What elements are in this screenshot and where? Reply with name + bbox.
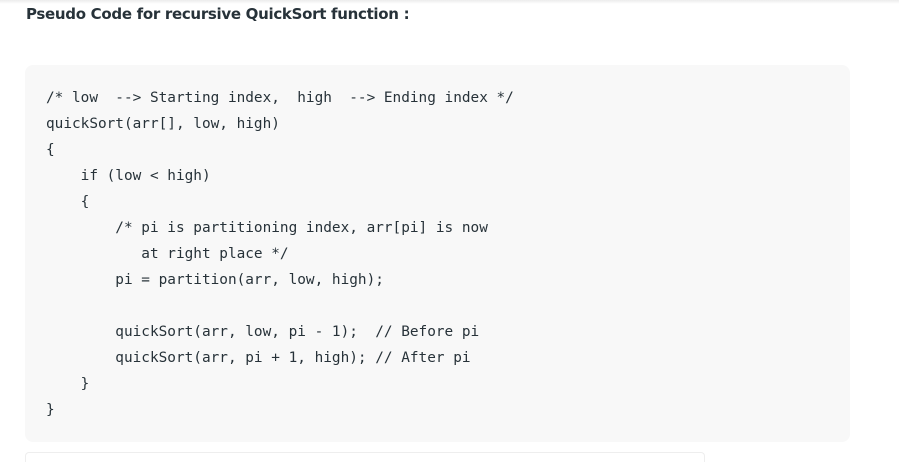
code-line: quickSort(arr, low, pi - 1); // Before p… xyxy=(46,324,480,340)
code-line: } xyxy=(46,402,55,418)
page-top-shadow xyxy=(0,0,899,4)
code-block: /* low --> Starting index, high --> Endi… xyxy=(25,65,850,442)
section-heading: Pseudo Code for recursive QuickSort func… xyxy=(26,5,410,23)
code-line: at right place */ xyxy=(46,246,289,262)
code-line: } xyxy=(46,376,90,392)
next-content-box xyxy=(25,452,705,462)
code-line: { xyxy=(46,142,55,158)
code-line: quickSort(arr, pi + 1, high); // After p… xyxy=(46,350,471,366)
code-line: if (low < high) xyxy=(46,168,211,184)
code-line: /* low --> Starting index, high --> Endi… xyxy=(46,90,514,106)
code-line: pi = partition(arr, low, high); xyxy=(46,272,384,288)
code-line: { xyxy=(46,194,90,210)
code-line: quickSort(arr[], low, high) xyxy=(46,116,280,132)
code-line: /* pi is partitioning index, arr[pi] is … xyxy=(46,220,488,236)
